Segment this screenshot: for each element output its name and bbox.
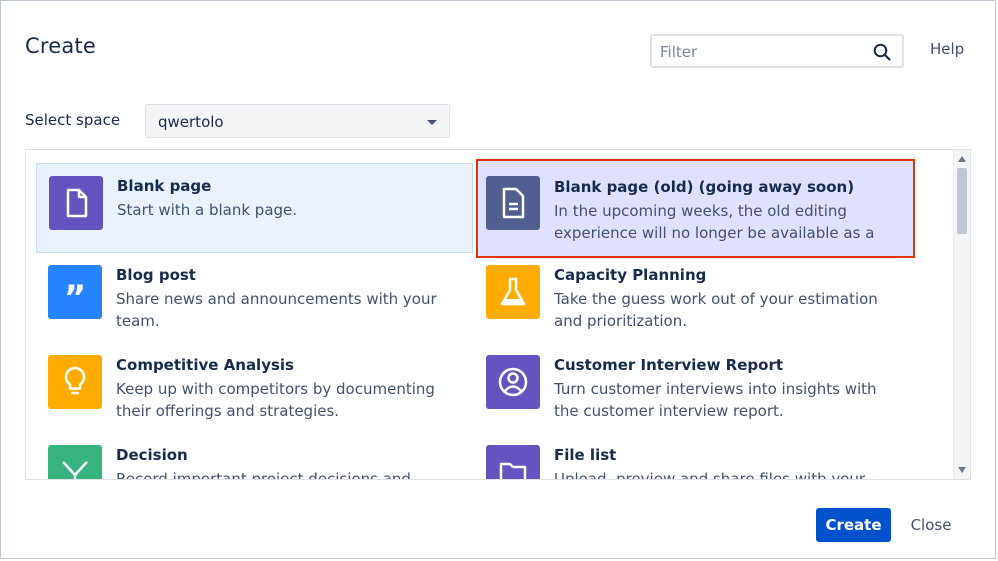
filter-box[interactable] (650, 34, 904, 68)
decision-arrows-icon (48, 445, 102, 479)
space-select-value: qwertolo (158, 113, 224, 131)
document-icon (486, 176, 540, 230)
template-name: Decision (116, 446, 188, 464)
template-item-blank-page[interactable]: Blank page Start with a blank page. (36, 163, 473, 253)
template-name: File list (554, 446, 617, 464)
template-list: Blank page Start with a blank page. Blan… (25, 149, 971, 480)
template-description: Turn customer interviews into insights w… (554, 380, 877, 420)
template-name: Blank page (117, 177, 212, 195)
svg-text:”: ” (64, 278, 86, 318)
template-description: Keep up with competitors by documenting … (116, 380, 435, 420)
create-dialog: Create Help Select space qwertolo Blank … (0, 0, 996, 559)
template-description: In the upcoming weeks, the old editing e… (554, 202, 875, 242)
scrollbar-thumb[interactable] (957, 168, 967, 234)
template-description: Record important project decisions and (116, 470, 411, 480)
template-name: Customer Interview Report (554, 356, 784, 374)
filter-input[interactable] (658, 41, 867, 63)
template-description: Start with a blank page. (117, 201, 298, 219)
template-description: Upload, preview and share files with you… (554, 470, 866, 480)
select-space-label: Select space (25, 111, 121, 129)
chevron-down-icon (427, 120, 437, 125)
template-item-blank-page-old[interactable]: Blank page (old) (going away soon) In th… (476, 159, 915, 258)
template-item-file-list[interactable]: File list Upload, preview and share file… (476, 433, 913, 480)
template-description: Take the guess work out of your estimati… (554, 290, 878, 330)
template-item-customer-interview-report[interactable]: Customer Interview Report Turn customer … (476, 343, 913, 433)
space-select[interactable]: qwertolo (145, 104, 450, 138)
template-description: Share news and announcements with your t… (116, 290, 437, 330)
template-name: Capacity Planning (554, 266, 707, 284)
template-item-blog-post[interactable]: ” Blog post Share news and announcements… (36, 253, 473, 343)
lightbulb-icon (48, 355, 102, 409)
dialog-title: Create (25, 34, 96, 58)
search-icon[interactable] (872, 42, 892, 62)
user-circle-icon (486, 355, 540, 409)
template-item-capacity-planning[interactable]: Capacity Planning Take the guess work ou… (476, 253, 913, 343)
template-item-competitive-analysis[interactable]: Competitive Analysis Keep up with compet… (36, 343, 473, 433)
create-button[interactable]: Create (816, 508, 891, 542)
blank-page-icon (49, 176, 103, 230)
template-name: Blog post (116, 266, 196, 284)
scroll-down-arrow-icon[interactable] (958, 467, 966, 473)
template-item-decision[interactable]: Decision Record important project decisi… (36, 433, 473, 480)
template-list-scrollbar[interactable] (953, 150, 970, 479)
flask-icon (486, 265, 540, 319)
template-name: Blank page (old) (going away soon) (554, 178, 855, 196)
folder-icon (486, 445, 540, 479)
help-link[interactable]: Help (930, 40, 964, 58)
quote-icon: ” (48, 265, 102, 319)
template-name: Competitive Analysis (116, 356, 294, 374)
close-button[interactable]: Close (901, 508, 961, 542)
scroll-up-arrow-icon[interactable] (958, 156, 966, 162)
